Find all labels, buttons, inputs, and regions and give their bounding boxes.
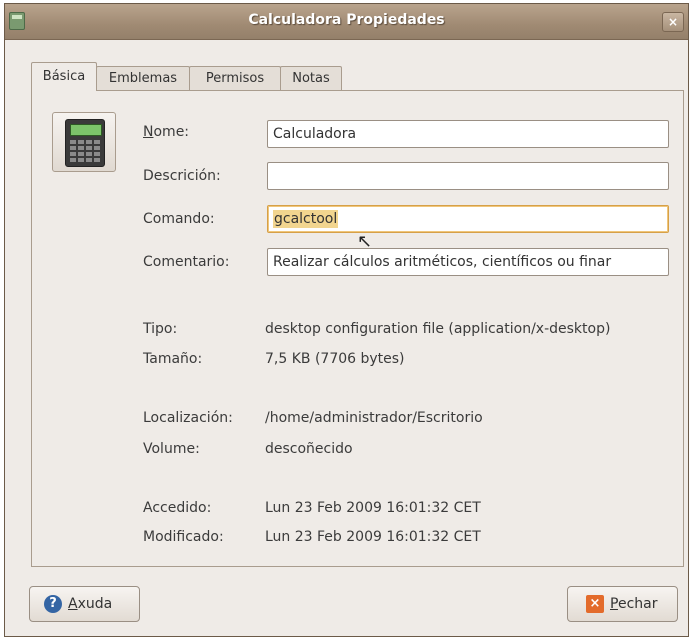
window-close-button[interactable]: ×: [662, 12, 684, 32]
modified-value: Lun 23 Feb 2009 16:01:32 CET: [265, 529, 481, 545]
location-label: Localización:: [143, 410, 233, 426]
type-value: desktop configuration file (application/…: [265, 321, 611, 337]
accessed-label: Accedido:: [143, 500, 212, 516]
comment-label: Comentario:: [143, 254, 230, 270]
help-icon: ?: [44, 595, 62, 613]
size-label: Tamaño:: [143, 351, 203, 367]
type-label: Tipo:: [143, 321, 178, 337]
size-value: 7,5 KB (7706 bytes): [265, 351, 405, 367]
location-value: /home/administrador/Escritorio: [265, 410, 483, 426]
command-field[interactable]: gcalctool: [267, 205, 669, 233]
help-button-label: Axuda: [68, 596, 113, 612]
comment-field[interactable]: Realizar cálculos aritméticos, científic…: [267, 248, 669, 276]
tab-permisos[interactable]: Permisos: [189, 66, 281, 90]
name-field[interactable]: Calculadora: [267, 120, 669, 148]
mouse-cursor-icon: ↖: [357, 231, 373, 252]
close-button-label: Pechar: [610, 596, 658, 612]
volume-value: descoñecido: [265, 441, 353, 457]
help-button[interactable]: ? Axuda: [29, 586, 140, 622]
window-title: Calculadora Propiedades: [248, 12, 445, 28]
calculator-icon[interactable]: [52, 112, 116, 172]
properties-window: Calculadora Propiedades × Básica Emblema…: [4, 3, 689, 637]
command-value: gcalctool: [273, 210, 339, 228]
volume-label: Volume:: [143, 441, 200, 457]
command-label: Comando:: [143, 211, 215, 227]
basic-panel: Nome: Calculadora Descrición: Comando: g…: [31, 90, 684, 567]
title-bar[interactable]: Calculadora Propiedades ×: [5, 4, 688, 40]
accessed-value: Lun 23 Feb 2009 16:01:32 CET: [265, 500, 481, 516]
tab-notas[interactable]: Notas: [280, 66, 342, 90]
description-field[interactable]: [267, 162, 669, 190]
close-icon: ×: [586, 595, 604, 613]
modified-label: Modificado:: [143, 529, 224, 545]
tab-emblemas[interactable]: Emblemas: [96, 66, 190, 90]
name-label: Nome:: [143, 124, 190, 140]
close-button[interactable]: × Pechar: [567, 586, 678, 622]
tab-basica[interactable]: Básica: [31, 62, 97, 91]
description-label: Descrición:: [143, 168, 221, 184]
